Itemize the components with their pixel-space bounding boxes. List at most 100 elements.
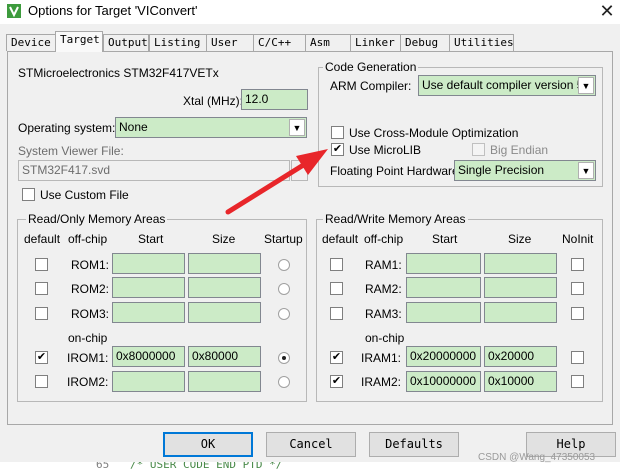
iram2-label: IRAM2:: [361, 375, 402, 389]
iram2-size-input[interactable]: 0x10000: [484, 371, 557, 392]
tab-cc[interactable]: C/C++: [253, 34, 306, 51]
iram1-size-input[interactable]: 0x20000: [484, 346, 557, 367]
rom1-start-input[interactable]: [112, 253, 185, 274]
defaults-button[interactable]: Defaults: [369, 432, 459, 457]
svd-label: System Viewer File:: [18, 144, 124, 158]
irom1-startup-radio[interactable]: [278, 352, 290, 364]
rom2-startup-radio[interactable]: [278, 283, 290, 295]
ram1-size-input[interactable]: [484, 253, 557, 274]
rom3-startup-radio[interactable]: [278, 308, 290, 320]
fpu-label: Floating Point Hardware:: [330, 164, 463, 178]
compiler-label: ARM Compiler:: [330, 79, 412, 93]
tab-output[interactable]: Output: [103, 34, 149, 51]
rw-header-start: Start: [432, 232, 458, 246]
iram1-start-input[interactable]: 0x20000000: [406, 346, 481, 367]
ok-button[interactable]: OK: [163, 432, 253, 457]
ram2-noinit-checkbox[interactable]: [571, 282, 584, 295]
rom2-label: ROM2:: [71, 282, 110, 296]
rw-header-offchip: off-chip: [364, 232, 404, 246]
rw-header-size: Size: [508, 232, 532, 246]
cancel-button[interactable]: Cancel: [266, 432, 356, 457]
ro-header-default: default: [24, 232, 61, 246]
ram3-default-checkbox[interactable]: [330, 307, 343, 320]
fpu-select-value: Single Precision: [458, 163, 545, 177]
ram2-label: RAM2:: [365, 282, 402, 296]
irom2-label: IROM2:: [67, 375, 109, 389]
ram2-default-checkbox[interactable]: [330, 282, 343, 295]
compiler-select[interactable]: Use default compiler version 5 ▼: [418, 75, 596, 96]
tab-listing[interactable]: Listing: [149, 34, 207, 51]
tab-device[interactable]: Device: [6, 34, 56, 51]
tab-asm[interactable]: Asm: [305, 34, 351, 51]
ram3-start-input[interactable]: [406, 302, 481, 323]
xtal-input[interactable]: 12.0: [241, 89, 308, 110]
os-select[interactable]: None ▼: [115, 117, 307, 138]
iram2-noinit-checkbox[interactable]: [571, 375, 584, 388]
watermark: CSDN @Wang_47350053: [478, 452, 596, 463]
ro-header-startup: Startup: [264, 232, 303, 246]
rw-header-default: default: [322, 232, 359, 246]
code-generation-title: Code Generation: [323, 60, 419, 74]
ro-memory-title: Read/Only Memory Areas: [26, 212, 168, 226]
keil-app-icon: [7, 4, 21, 18]
big-endian-checkbox[interactable]: [472, 143, 485, 156]
irom2-default-checkbox[interactable]: [35, 375, 48, 388]
os-select-value: None: [119, 120, 148, 134]
device-name: STMicroelectronics STM32F417VETx: [18, 66, 219, 80]
use-custom-file-checkbox[interactable]: [22, 188, 35, 201]
iram1-label: IRAM1:: [361, 351, 402, 365]
chevron-down-icon[interactable]: ▼: [289, 119, 305, 136]
svd-input[interactable]: STM32F417.svd: [18, 160, 290, 181]
rom2-start-input[interactable]: [112, 277, 185, 298]
rom1-label: ROM1:: [71, 258, 110, 272]
rom1-startup-radio[interactable]: [278, 259, 290, 271]
rom3-default-checkbox[interactable]: [35, 307, 48, 320]
tab-target[interactable]: Target: [55, 31, 103, 52]
fpu-select[interactable]: Single Precision ▼: [454, 160, 596, 181]
irom2-startup-radio[interactable]: [278, 376, 290, 388]
rom3-label: ROM3:: [71, 307, 110, 321]
ram1-noinit-checkbox[interactable]: [571, 258, 584, 271]
tab-utilities[interactable]: Utilities: [449, 34, 514, 51]
background-editor-line: 65 /* USER CODE END PTD */: [0, 462, 620, 471]
irom1-size-input[interactable]: 0x80000: [188, 346, 261, 367]
rom2-default-checkbox[interactable]: [35, 282, 48, 295]
cross-module-checkbox[interactable]: [331, 126, 344, 139]
rom2-size-input[interactable]: [188, 277, 261, 298]
irom2-size-input[interactable]: [188, 371, 261, 392]
tab-linker[interactable]: Linker: [350, 34, 401, 51]
rom1-size-input[interactable]: [188, 253, 261, 274]
irom1-label: IROM1:: [67, 351, 109, 365]
ram3-label: RAM3:: [365, 307, 402, 321]
rom3-size-input[interactable]: [188, 302, 261, 323]
microlib-checkbox[interactable]: ✔: [331, 143, 344, 156]
microlib-label: Use MicroLIB: [349, 143, 422, 157]
close-button[interactable]: ✕: [596, 1, 618, 21]
svd-browse-button[interactable]: [291, 160, 308, 181]
iram1-noinit-checkbox[interactable]: [571, 351, 584, 364]
ram3-size-input[interactable]: [484, 302, 557, 323]
tab-user[interactable]: User: [206, 34, 254, 51]
ram2-size-input[interactable]: [484, 277, 557, 298]
chevron-down-icon[interactable]: ▼: [578, 77, 594, 94]
rom3-start-input[interactable]: [112, 302, 185, 323]
irom1-start-input[interactable]: 0x8000000: [112, 346, 185, 367]
irom2-start-input[interactable]: [112, 371, 185, 392]
iram1-default-checkbox[interactable]: ✔: [330, 351, 343, 364]
ram1-start-input[interactable]: [406, 253, 481, 274]
ram2-start-input[interactable]: [406, 277, 481, 298]
iram2-default-checkbox[interactable]: ✔: [330, 375, 343, 388]
cross-module-label: Use Cross-Module Optimization: [349, 126, 519, 140]
ram3-noinit-checkbox[interactable]: [571, 307, 584, 320]
xtal-label: Xtal (MHz):: [183, 94, 243, 108]
irom1-default-checkbox[interactable]: ✔: [35, 351, 48, 364]
chevron-down-icon[interactable]: ▼: [578, 162, 594, 179]
ram1-label: RAM1:: [365, 258, 402, 272]
tab-debug[interactable]: Debug: [400, 34, 450, 51]
rom1-default-checkbox[interactable]: [35, 258, 48, 271]
window-title: Options for Target 'VIConvert': [28, 3, 198, 18]
ro-header-offchip: off-chip: [68, 232, 108, 246]
iram2-start-input[interactable]: 0x10000000: [406, 371, 481, 392]
rw-memory-title: Read/Write Memory Areas: [323, 212, 468, 226]
ram1-default-checkbox[interactable]: [330, 258, 343, 271]
